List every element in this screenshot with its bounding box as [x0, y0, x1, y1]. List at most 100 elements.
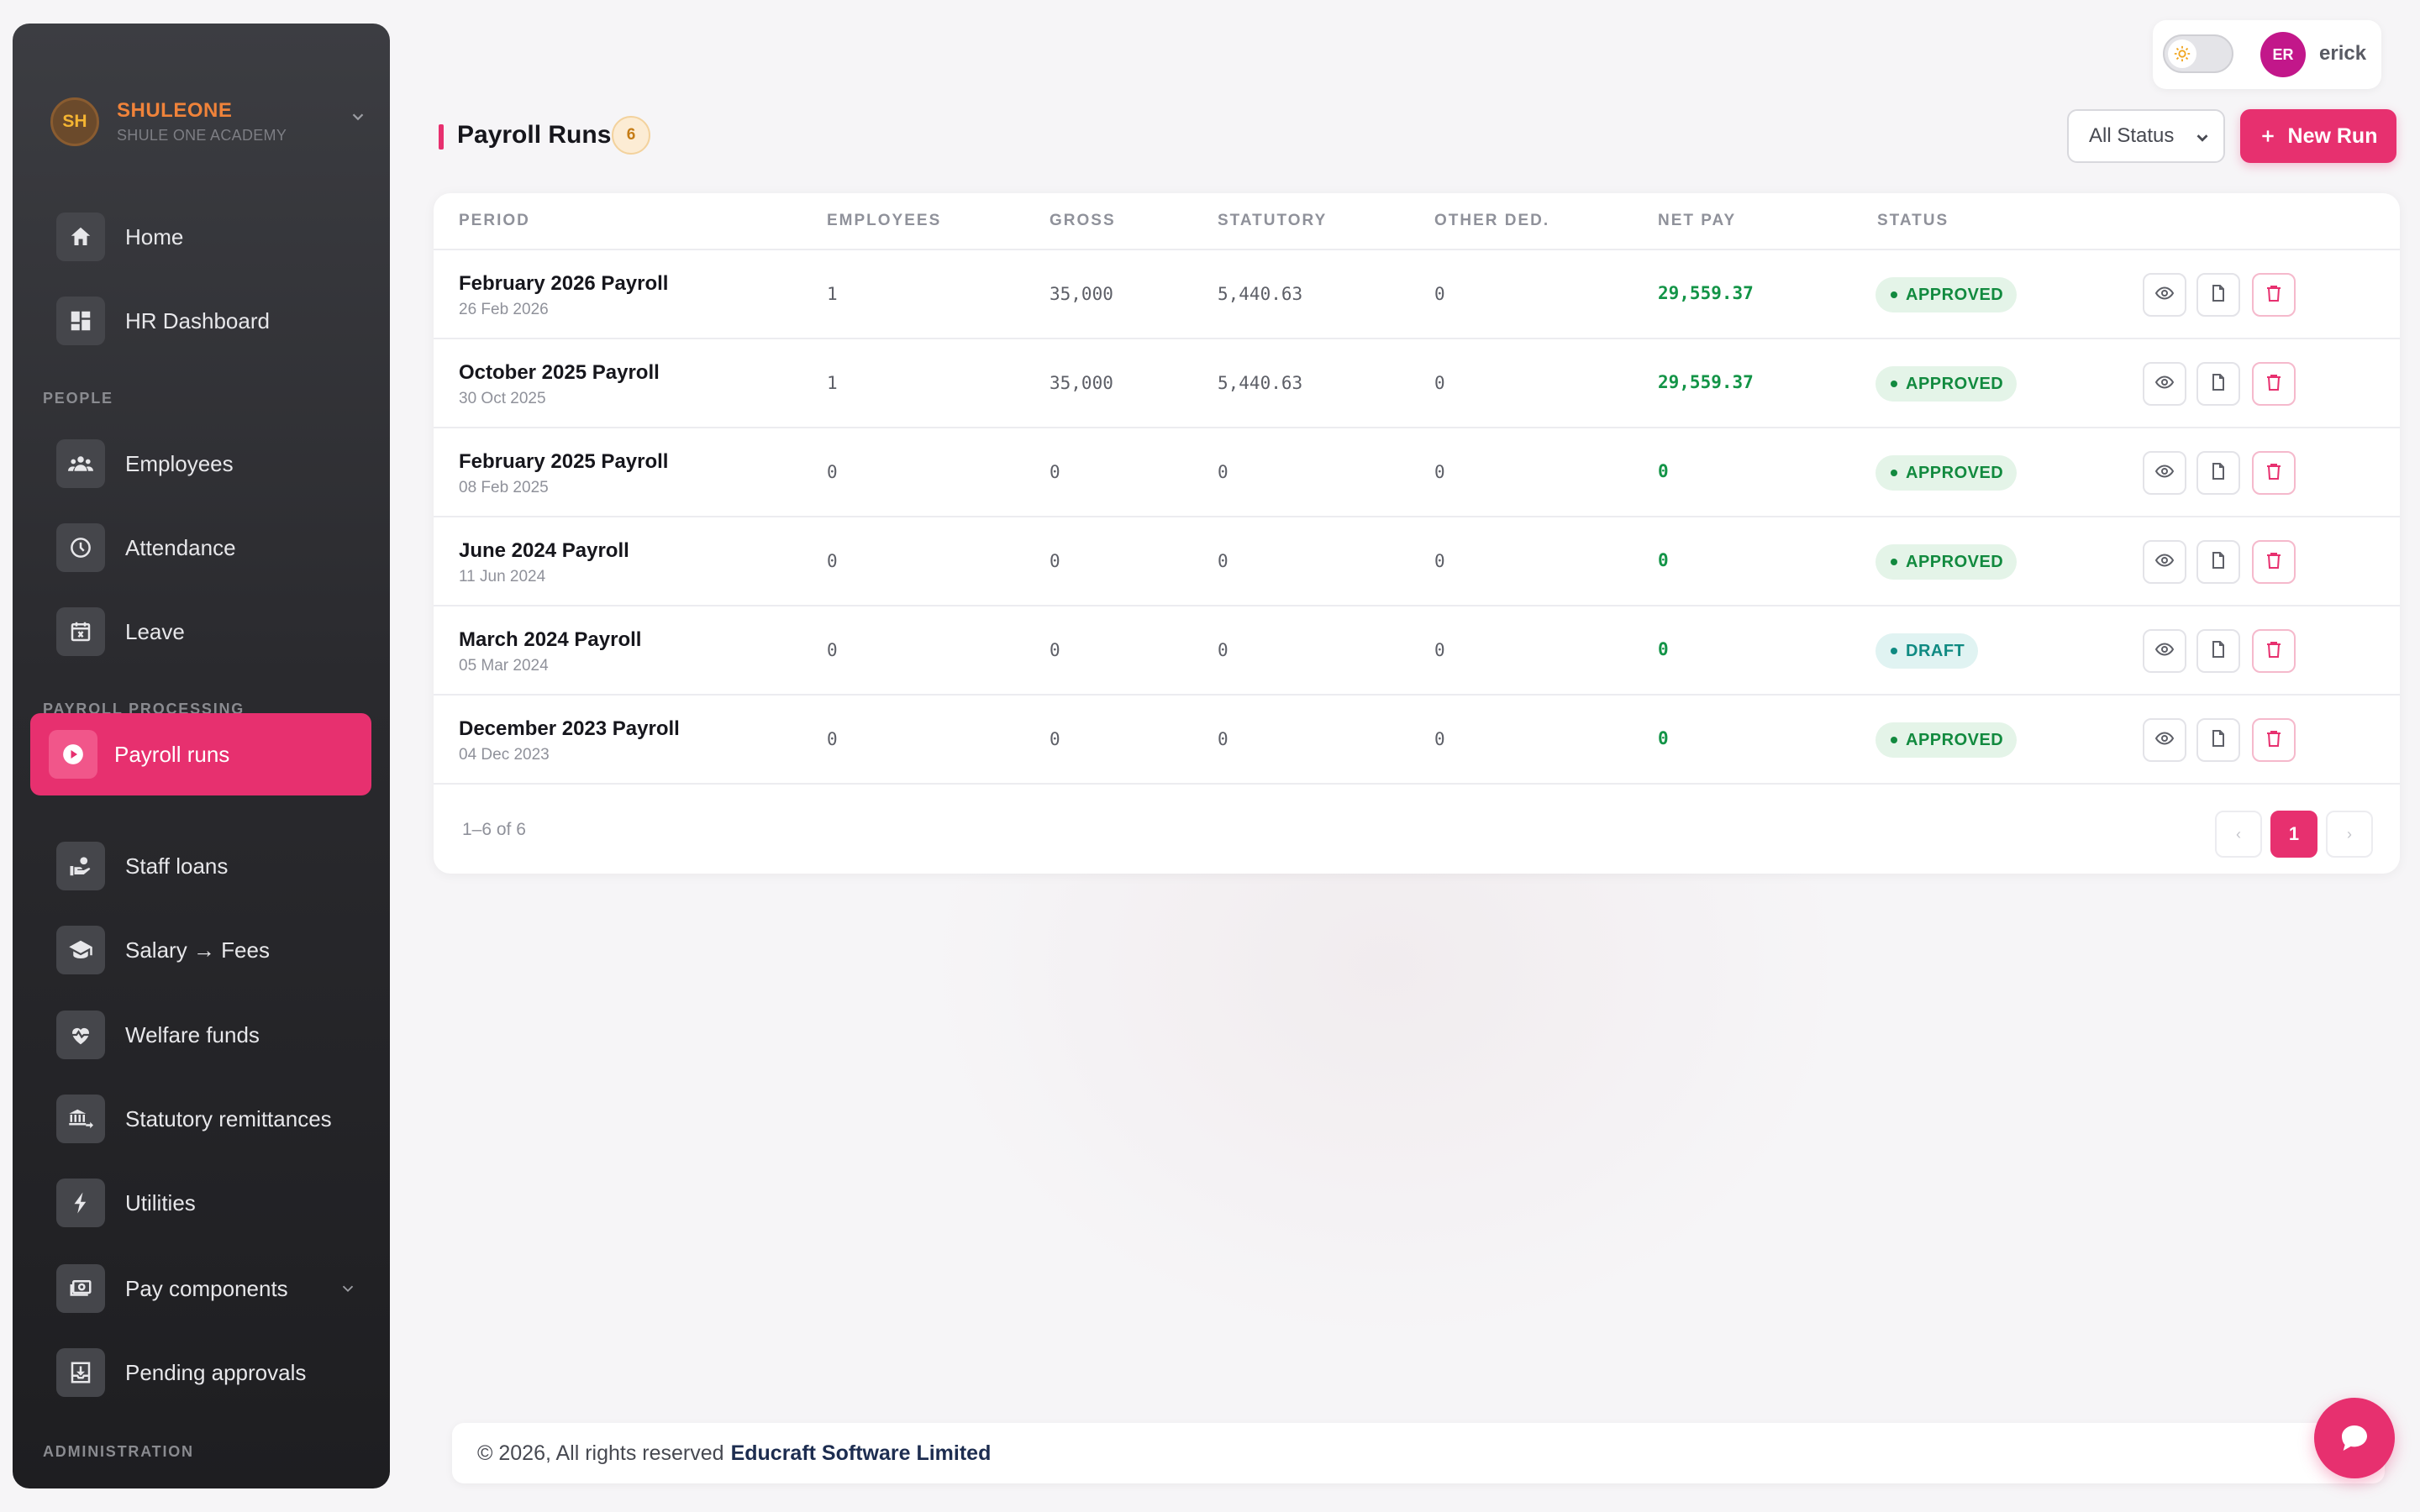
sidebar-item-welfare-funds[interactable]: Welfare funds [29, 995, 372, 1075]
table-row[interactable]: October 2025 Payroll 30 Oct 2025 1 35,000 5,… [434, 339, 2400, 428]
document-icon [2208, 461, 2228, 486]
table-row[interactable]: June 2024 Payroll 11 Jun 2024 0 0 0 0 0 APPROVE… [434, 517, 2400, 606]
net-pay-cell: 29,559.37 [1658, 372, 1754, 392]
gross-cell: 0 [1050, 551, 1060, 571]
sun-icon [2168, 39, 2196, 68]
next-page-button[interactable]: › [2326, 811, 2373, 858]
sidebar-item-attendance[interactable]: Attendance [29, 507, 372, 588]
delete-button[interactable] [2252, 540, 2296, 584]
prev-page-button[interactable]: ‹ [2215, 811, 2262, 858]
statutory-cell: 0 [1218, 640, 1228, 660]
user-bar: ER erick [2153, 20, 2381, 89]
document-button[interactable] [2196, 451, 2240, 495]
page-button-current[interactable]: 1 [2270, 811, 2317, 858]
people-icon [56, 439, 105, 488]
sidebar-item-label: Attendance [125, 534, 236, 560]
sidebar-item-pay-components[interactable]: Pay components [29, 1248, 372, 1329]
delete-button[interactable] [2252, 273, 2296, 317]
document-button[interactable] [2196, 362, 2240, 406]
period-name[interactable]: October 2025 Payroll [459, 361, 660, 385]
sidebar-item-utilities[interactable]: Utilities [29, 1163, 372, 1243]
trash-icon [2264, 550, 2284, 575]
new-run-button[interactable]: New Run [2240, 109, 2396, 163]
sidebar-item-payroll-runs[interactable]: Payroll runs [30, 713, 371, 795]
section-label-admin: ADMINISTRATION [43, 1443, 194, 1460]
sidebar-item-employees[interactable]: Employees [29, 423, 372, 504]
trash-icon [2264, 639, 2284, 664]
view-button[interactable] [2143, 718, 2186, 762]
bank-transfer-icon [56, 1095, 105, 1143]
table-row[interactable]: February 2026 Payroll 26 Feb 2026 1 35,000 5… [434, 250, 2400, 339]
gross-cell: 35,000 [1050, 284, 1113, 304]
employees-cell: 0 [827, 462, 838, 482]
avatar[interactable]: ER [2260, 32, 2306, 77]
sidebar-item-statutory-remittances[interactable]: Statutory remittances [29, 1079, 372, 1159]
eye-icon [2154, 550, 2175, 575]
delete-button[interactable] [2252, 629, 2296, 673]
net-pay-cell: 0 [1658, 461, 1669, 481]
dashboard-icon [56, 297, 105, 345]
org-switcher[interactable]: SH SHULEONE SHULE ONE ACADEMY [38, 91, 374, 150]
delete-button[interactable] [2252, 718, 2296, 762]
sidebar-item-salary-fees[interactable]: Salary → Fees [29, 910, 372, 990]
view-button[interactable] [2143, 273, 2186, 317]
sidebar-item-leave[interactable]: Leave [29, 591, 372, 672]
document-button[interactable] [2196, 540, 2240, 584]
theme-toggle[interactable] [2163, 34, 2233, 73]
period-name[interactable]: December 2023 Payroll [459, 717, 680, 741]
net-pay-cell: 0 [1658, 639, 1669, 659]
view-button[interactable] [2143, 451, 2186, 495]
company-link[interactable]: Educraft Software Limited [731, 1441, 992, 1466]
table-row[interactable]: December 2023 Payroll 04 Dec 2023 0 0 0 0 0 APP… [434, 696, 2400, 785]
period-name[interactable]: March 2024 Payroll [459, 628, 641, 652]
sidebar-item-label: Welfare funds [125, 1021, 260, 1047]
status-filter-select[interactable]: All Status [2067, 109, 2225, 163]
table-row[interactable]: March 2024 Payroll 05 Mar 2024 0 0 0 0 0 DRAFT [434, 606, 2400, 696]
sidebar-item-home[interactable]: Home [29, 197, 372, 277]
plus-icon [2261, 130, 2274, 142]
gross-cell: 0 [1050, 640, 1060, 660]
period-date: 30 Oct 2025 [459, 390, 546, 407]
document-button[interactable] [2196, 718, 2240, 762]
calendar-x-icon [56, 607, 105, 656]
sidebar-item-pending-approvals[interactable]: Pending approvals [29, 1332, 372, 1413]
period-name[interactable]: February 2025 Payroll [459, 450, 668, 474]
chevron-down-icon [352, 113, 364, 121]
column-header: NET PAY [1658, 212, 1737, 229]
delete-button[interactable] [2252, 451, 2296, 495]
column-header: GROSS [1050, 212, 1116, 229]
other-deductions-cell: 0 [1434, 640, 1445, 660]
document-button[interactable] [2196, 273, 2240, 317]
view-button[interactable] [2143, 540, 2186, 584]
period-name[interactable]: June 2024 Payroll [459, 539, 629, 563]
sidebar-item-label: Staff loans [125, 853, 229, 879]
sidebar-item-hr-dashboard[interactable]: HR Dashboard [29, 281, 372, 361]
table-row[interactable]: February 2025 Payroll 08 Feb 2025 0 0 0 0 0 APP… [434, 428, 2400, 517]
net-pay-cell: 0 [1658, 550, 1669, 570]
eye-icon [2154, 372, 2175, 396]
delete-button[interactable] [2252, 362, 2296, 406]
sidebar-item-label: Home [125, 223, 184, 249]
net-pay-cell: 29,559.37 [1658, 283, 1754, 303]
row-range: 1–6 of 6 [462, 820, 526, 839]
new-run-label: New Run [2287, 123, 2378, 148]
employees-cell: 1 [827, 284, 838, 304]
page-title: Payroll Runs [457, 121, 612, 149]
trash-icon [2264, 372, 2284, 396]
sidebar-item-staff-loans[interactable]: Staff loans [29, 826, 372, 906]
document-button[interactable] [2196, 629, 2240, 673]
chat-button[interactable] [2314, 1398, 2395, 1478]
period-date: 04 Dec 2023 [459, 746, 550, 764]
eye-icon [2154, 639, 2175, 664]
view-button[interactable] [2143, 629, 2186, 673]
gross-cell: 0 [1050, 729, 1060, 749]
column-header: STATUTORY [1218, 212, 1328, 229]
view-button[interactable] [2143, 362, 2186, 406]
user-name[interactable]: erick [2319, 42, 2366, 66]
table-header: PERIOD EMPLOYEES GROSS STATUTORY OTHER D… [434, 193, 2400, 250]
period-name[interactable]: February 2026 Payroll [459, 272, 668, 296]
org-name: SHULEONE [117, 99, 233, 122]
net-pay-cell: 0 [1658, 728, 1669, 748]
employees-cell: 0 [827, 729, 838, 749]
statutory-cell: 0 [1218, 462, 1228, 482]
